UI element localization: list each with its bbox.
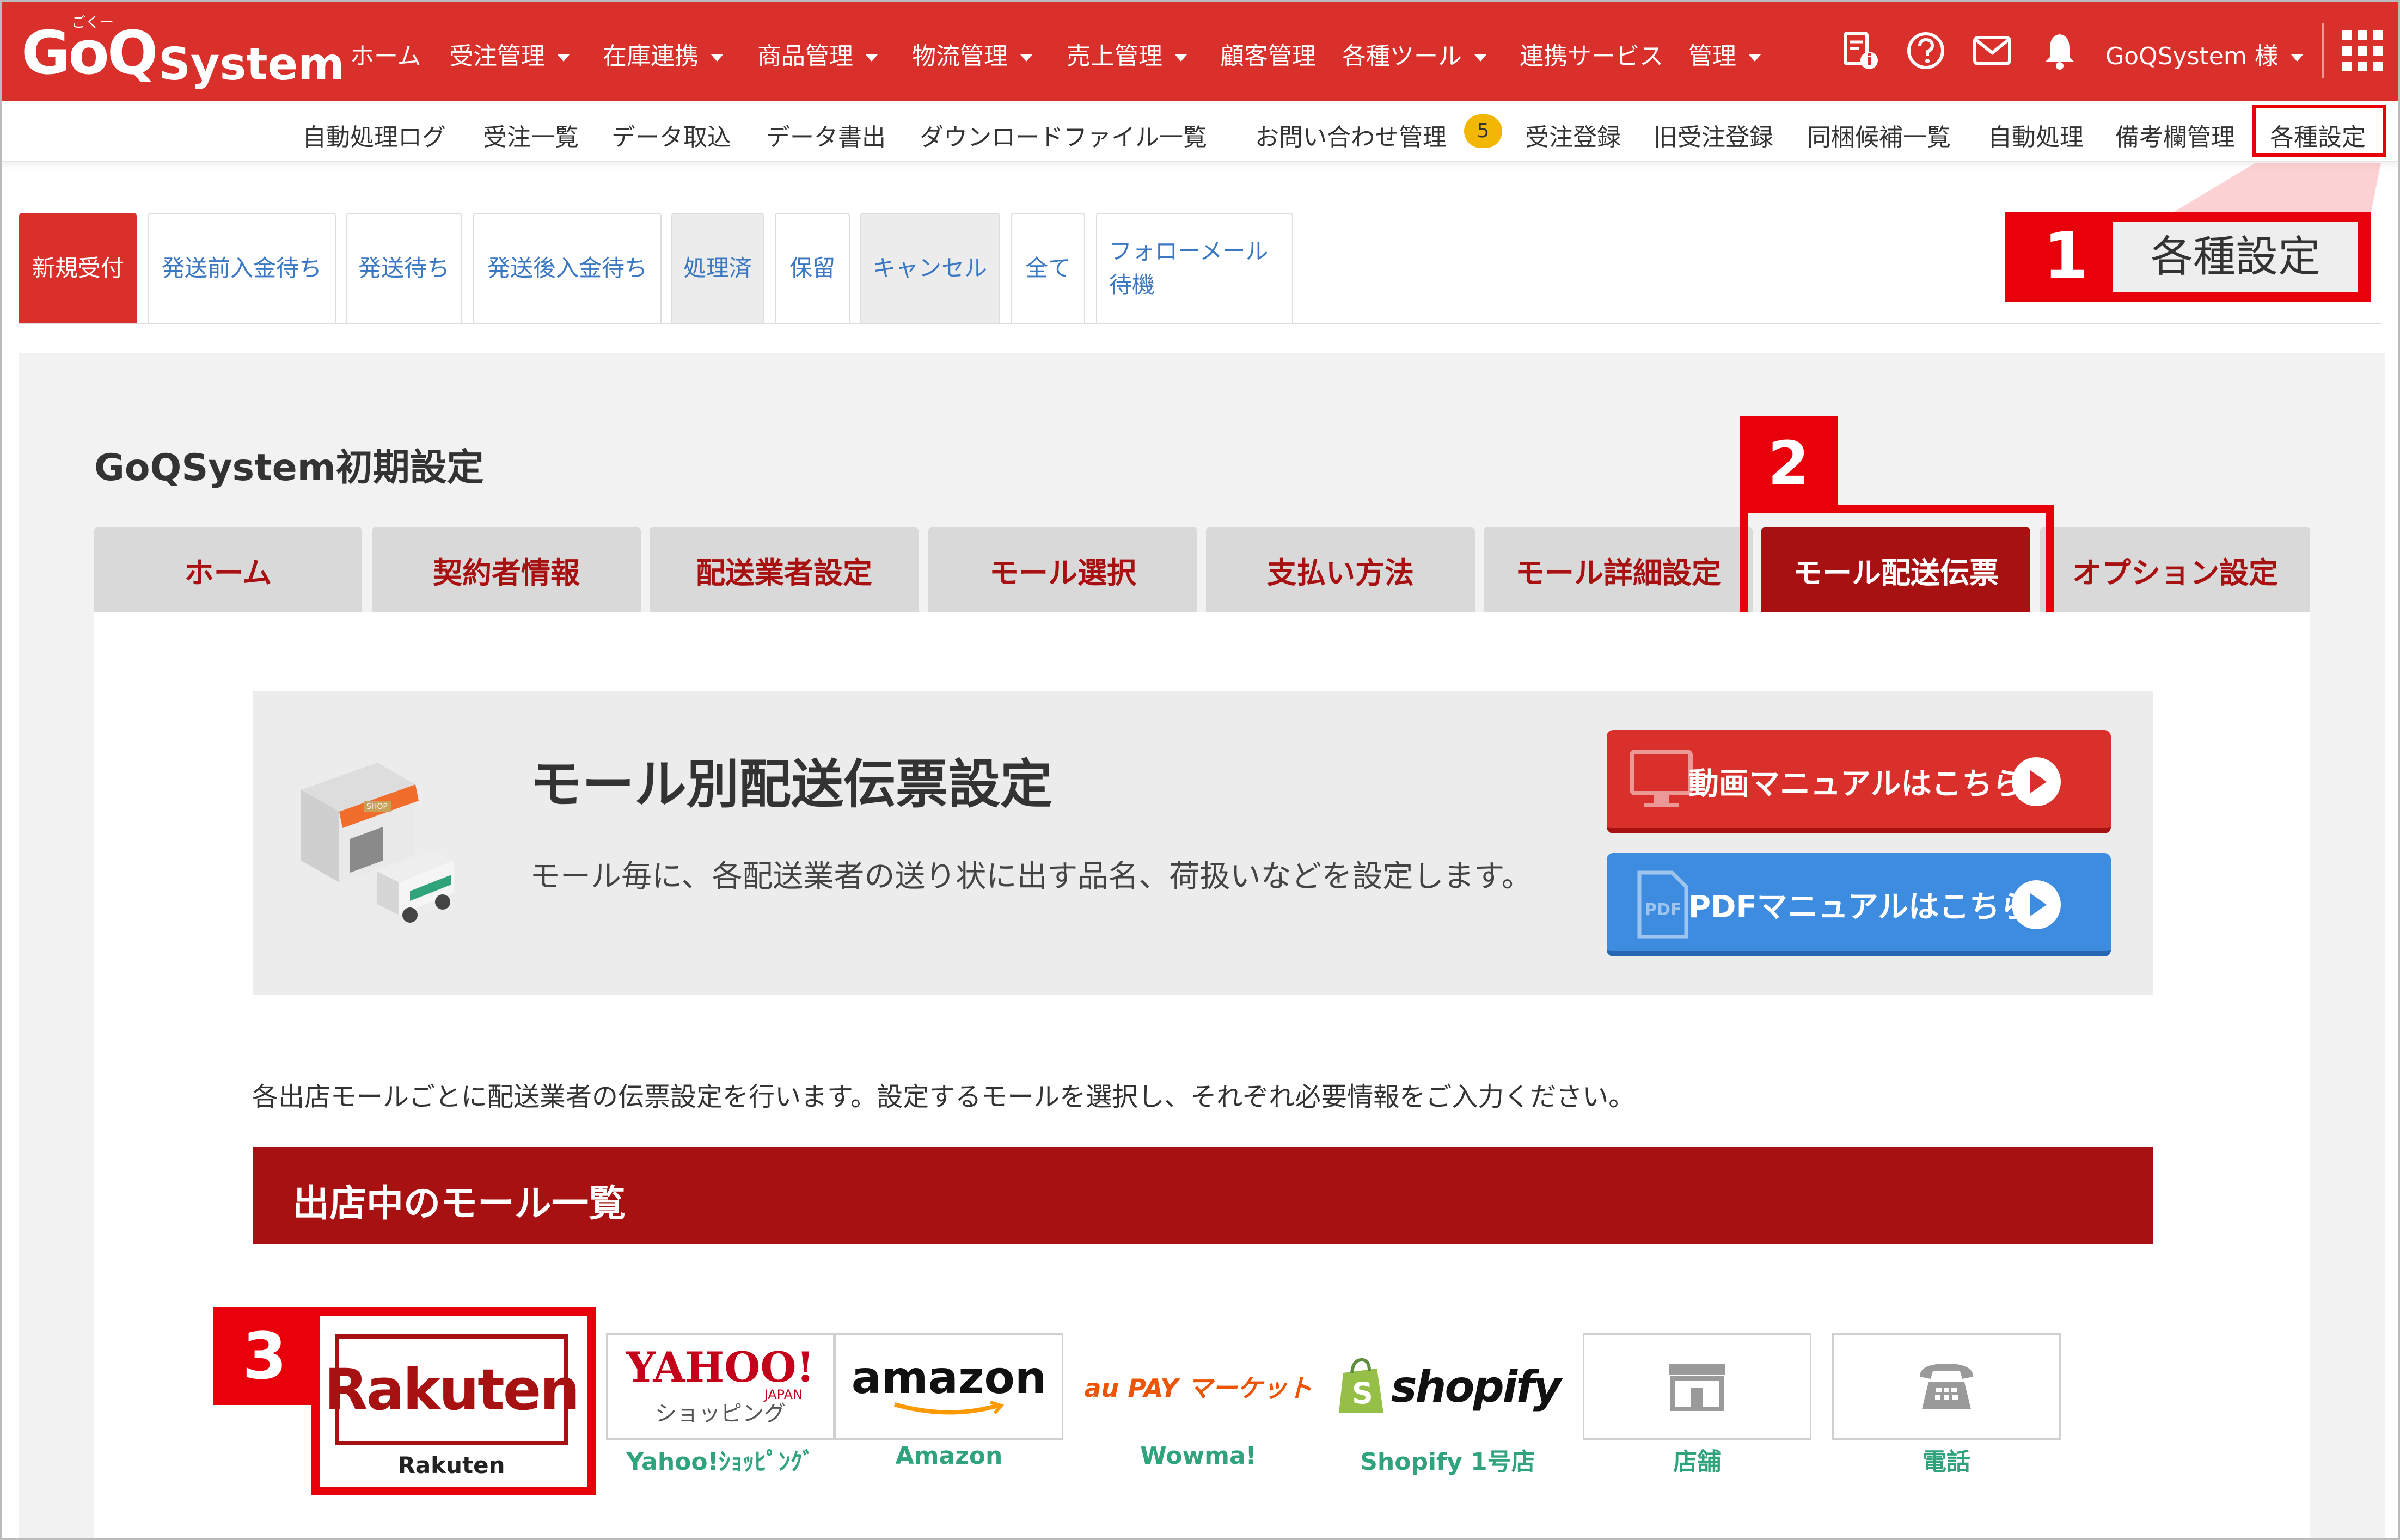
shopify-logo: S shopify [1333, 1333, 1562, 1440]
callout-1: 1 各種設定 [2005, 212, 2371, 302]
tab-option-settings[interactable]: オプション設定 [2040, 527, 2310, 612]
yahoo-caption: Yahoo!ｼｮｯﾋﾟﾝｸﾞ [626, 1448, 815, 1476]
yahoo-logo-shopping: ショッピング [655, 1401, 786, 1426]
phone-caption: 電話 [1923, 1448, 1970, 1476]
shopify-logo-text: shopify [1391, 1361, 1562, 1412]
play-icon [2012, 880, 2061, 929]
svg-text:S: S [1352, 1376, 1373, 1410]
pdf-icon-text: PDF [1645, 900, 1681, 919]
mall-yahoo[interactable]: YAHOO! JAPAN ショッピング Yahoo!ｼｮｯﾋﾟﾝｸﾞ [606, 1333, 835, 1476]
pdf-manual-label: PDFマニュアルはこちら [1688, 889, 2031, 925]
telephone-icon [1920, 1364, 1973, 1409]
amazon-caption: Amazon [895, 1442, 1003, 1470]
play-icon [2012, 757, 2061, 806]
shopify-bag-icon: S [1338, 1358, 1383, 1413]
mall-list-header: 出店中のモール一覧 [253, 1147, 2153, 1244]
tab-payment-methods[interactable]: 支払い方法 [1206, 527, 1475, 612]
callout-2-number: 2 [1740, 416, 1838, 510]
amazon-logo-text: amazon [851, 1352, 1047, 1404]
intro-text: 各出店モールごとに配送業者の伝票設定を行います。設定するモールを選択し、それぞれ… [252, 1082, 1635, 1112]
au-pay-logo: au PAY マーケット [1084, 1333, 1313, 1440]
callout-3-box [311, 1307, 596, 1495]
yahoo-logo-text: YAHOO! [626, 1343, 815, 1391]
shop-truck-icon: SHOP [301, 763, 454, 923]
tab-mall-selection[interactable]: モール選択 [928, 527, 1197, 612]
mall-list-title: 出店中のモール一覧 [292, 1182, 626, 1225]
store-logo [1583, 1333, 1811, 1440]
pdf-manual-button[interactable]: PDF PDFマニュアルはこちら [1607, 853, 2111, 956]
pdf-file-icon: PDF [1637, 870, 1688, 939]
shopify-caption: Shopify 1号店 [1360, 1448, 1535, 1476]
callout-1-number: 1 [2043, 218, 2089, 293]
mall-phone[interactable]: 電話 [1832, 1333, 2061, 1476]
page: ごくー GoQ System ホーム 受注管理 在庫連携 商品管理 物流管理 売… [0, 0, 2400, 1540]
monitor-icon [1630, 750, 1693, 807]
page-title: GoQSystem初期設定 [94, 446, 484, 489]
callout-3-number: 3 [213, 1307, 316, 1405]
store-caption: 店舗 [1673, 1448, 1721, 1476]
hero-title: モール別配送伝票設定 [530, 754, 1052, 815]
phone-logo [1832, 1333, 2061, 1440]
video-manual-label: 動画マニュアルはこちら [1688, 766, 2023, 802]
wowma-caption: Wowma! [1140, 1442, 1257, 1470]
amazon-smile-icon [893, 1401, 1005, 1415]
yahoo-logo: YAHOO! JAPAN ショッピング [606, 1333, 835, 1440]
video-manual-button[interactable]: 動画マニュアルはこちら [1607, 730, 2111, 833]
hero-description: モール毎に、各配送業者の送り状に出す品名、荷扱いなどを設定します。 [530, 859, 1532, 894]
amazon-logo: amazon [835, 1333, 1063, 1440]
shop-sign-text: SHOP [366, 802, 388, 811]
storefront-icon [1669, 1364, 1725, 1411]
tab-mall-detail-settings[interactable]: モール詳細設定 [1484, 527, 1753, 612]
mall-store[interactable]: 店舗 [1583, 1333, 1811, 1476]
mall-wowma[interactable]: au PAY マーケット Wowma! [1084, 1333, 1313, 1470]
yahoo-logo-sub: JAPAN [764, 1387, 803, 1402]
tab-contractor-info[interactable]: 契約者情報 [372, 527, 641, 612]
mall-shopify[interactable]: S shopify Shopify 1号店 [1333, 1333, 1562, 1476]
mall-amazon[interactable]: amazon Amazon [835, 1333, 1063, 1470]
tab-home[interactable]: ホーム [94, 527, 362, 612]
callout-1-label: 各種設定 [2113, 222, 2358, 292]
au-pay-logo-text: au PAY マーケット [1084, 1373, 1313, 1403]
tab-carrier-settings[interactable]: 配送業者設定 [650, 527, 919, 612]
